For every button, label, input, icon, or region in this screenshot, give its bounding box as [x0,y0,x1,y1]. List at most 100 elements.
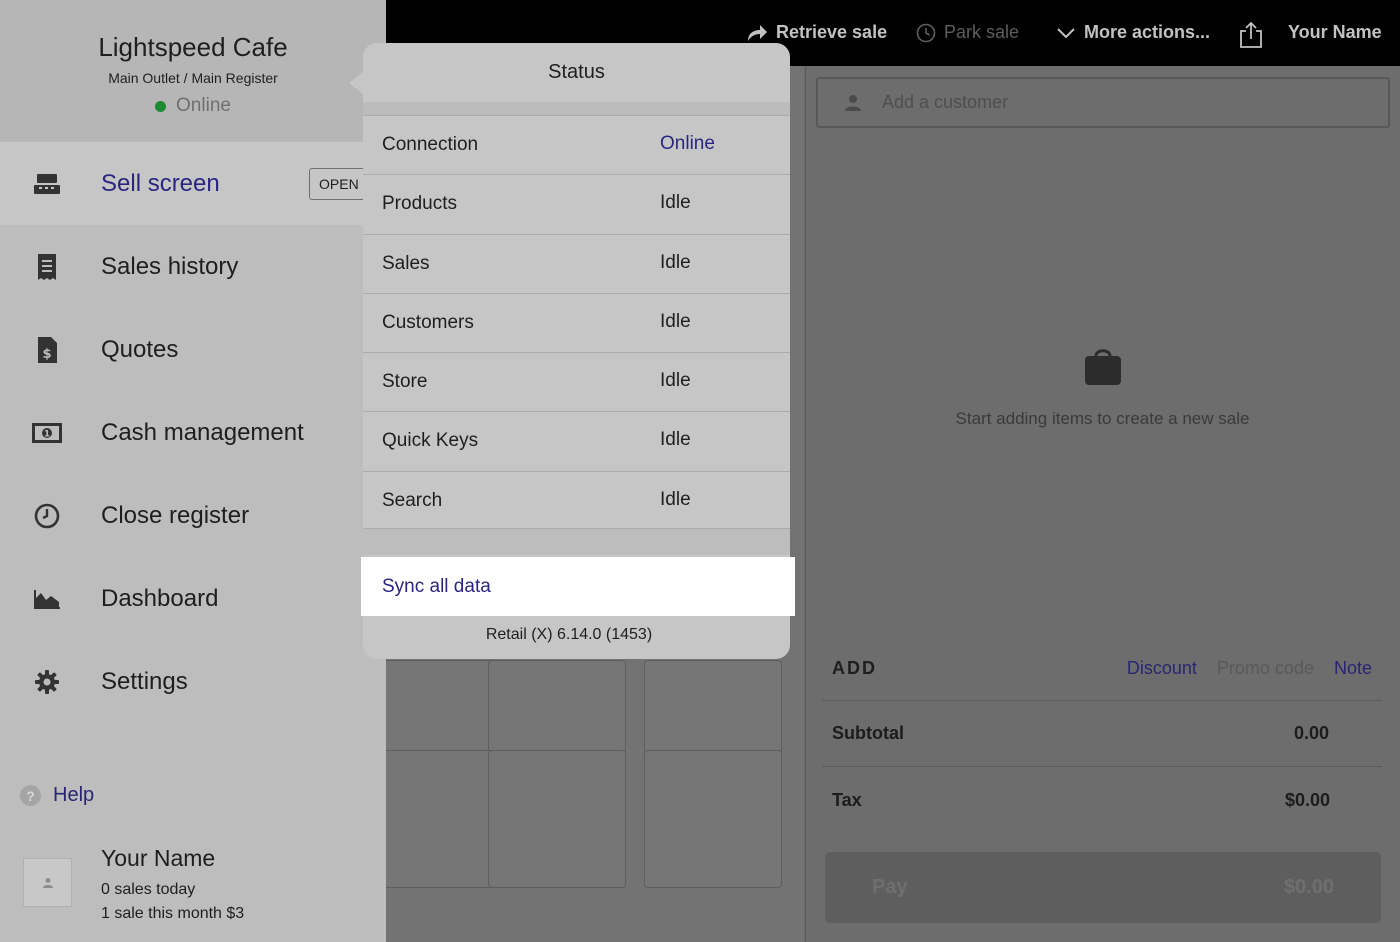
popover-separator [363,528,790,555]
add-row: ADD Discount Promo code Note [832,656,1372,680]
status-row-label: Customers [382,311,474,333]
receipt-icon [31,251,63,283]
status-row-customers: Customers Idle [363,292,790,352]
status-row-value: Idle [660,370,691,392]
svg-text:1: 1 [44,429,50,439]
person-icon [845,94,861,111]
popover-separator [363,102,790,115]
help-link[interactable]: ? Help [20,784,94,807]
person-icon [42,877,53,888]
status-row-label: Products [382,193,457,215]
help-label: Help [53,784,95,806]
sidebar-item-label: Close register [101,501,250,529]
tax-value: $0.00 [1284,790,1330,810]
divider [822,700,1382,701]
status-row-products: Products Idle [363,174,790,233]
subtotal-value: 0.00 [1293,723,1329,743]
status-list: Connection Online Products Idle Sales Id… [363,115,790,530]
sidebar-item-label: Sales history [101,252,239,280]
sidebar-item-label: Settings [101,667,188,695]
question-icon: ? [20,785,41,806]
share-icon [1240,21,1262,48]
status-row-store: Store Idle [363,352,790,411]
svg-text:$: $ [42,347,51,362]
add-label: ADD [832,657,877,678]
pay-button[interactable]: Pay $0.00 [825,852,1381,923]
status-row-search: Search Idle [363,470,790,530]
sales-today: 0 sales today [101,881,196,898]
tax-label: Tax [832,790,862,810]
tax-row: Tax $0.00 [832,790,1330,811]
subtotal-row: Subtotal 0.00 [832,723,1329,744]
status-row-label: Store [382,371,428,393]
sidebar-item-close-register[interactable]: Close register [0,474,386,557]
retrieve-sale-label: Retrieve sale [776,22,888,42]
sidebar-item-settings[interactable]: Settings [0,640,386,723]
quick-key-tile[interactable] [488,750,626,888]
park-sale-label: Park sale [944,22,1020,42]
store-header[interactable]: Lightspeed Cafe Main Outlet / Main Regis… [0,0,386,142]
status-row-label: Connection [382,134,479,155]
clock-icon [916,23,936,42]
status-row-label: Sales [382,252,430,274]
pay-amount: $0.00 [1283,876,1334,898]
sidebar-item-sales-history[interactable]: Sales history [0,225,386,308]
outlet-register: Main Outlet / Main Register [108,70,278,86]
status-row-value: Idle [660,488,691,510]
shopping-bag-icon [1085,349,1121,385]
sidebar: Lightspeed Cafe Main Outlet / Main Regis… [0,0,386,942]
quick-key-tile[interactable] [644,750,782,888]
chevron-down-icon [1057,27,1075,38]
store-name: Lightspeed Cafe [98,32,288,62]
sales-this-month: 1 sale this month $3 [101,905,245,922]
status-row-quick-keys: Quick Keys Idle [363,411,790,470]
retrieve-arrow-icon [748,24,767,41]
quote-document-icon: $ [31,334,63,366]
banknote-icon: 1 [31,417,63,449]
promo-code-link[interactable]: Promo code [1217,658,1314,679]
note-link[interactable]: Note [1334,658,1372,679]
retrieve-sale-button[interactable]: Retrieve sale [746,22,887,43]
add-customer-placeholder: Add a customer [882,92,1009,112]
popover-arrow [349,71,364,95]
more-actions-label: More actions... [1084,22,1211,42]
discount-link[interactable]: Discount [1127,658,1197,679]
more-actions-button[interactable]: More actions... [1056,22,1210,43]
sidebar-item-quotes[interactable]: $ Quotes [0,308,386,391]
status-row-value: Idle [660,251,691,273]
register-open-badge: OPEN [309,168,369,200]
sidebar-item-label: Quotes [101,335,179,363]
topbar-user-name[interactable]: Your Name [1288,22,1382,43]
empty-sale-message: Start adding items to create a new sale [955,409,1250,428]
status-row-label: Quick Keys [382,430,479,452]
add-customer-input[interactable]: Add a customer [816,77,1390,128]
sidebar-item-label: Sell screen [101,169,220,197]
status-row-label: Search [382,489,443,511]
avatar[interactable] [23,858,72,907]
subtotal-label: Subtotal [832,723,904,743]
sidebar-item-dashboard[interactable]: Dashboard [0,557,386,640]
user-name: Your Name [101,845,216,871]
status-row-value: Online [660,133,715,154]
clock-icon [31,500,63,532]
status-row-value: Idle [660,429,691,451]
gear-icon [31,666,63,698]
online-status-dot [155,100,167,112]
connection-status-label: Online [176,95,231,116]
status-row-connection: Connection Online [363,115,790,174]
sidebar-item-label: Dashboard [101,584,219,612]
app-version: Retail (X) 6.14.0 (1453) [485,626,653,643]
status-row-value: Idle [660,310,691,332]
connection-status[interactable]: Online [0,95,386,117]
sidebar-item-cash-management[interactable]: 1 Cash management [0,391,386,474]
status-row-value: Idle [660,192,691,214]
status-row-sales: Sales Idle [363,233,790,293]
pay-label: Pay [872,876,908,898]
park-sale-button[interactable]: Park sale [916,22,1019,43]
popover-title: Status [548,61,605,83]
area-chart-icon [31,583,63,615]
divider [822,766,1382,767]
sync-all-data-button[interactable]: Sync all data [361,557,795,616]
sidebar-item-label: Cash management [101,418,304,446]
share-button[interactable] [1238,21,1264,49]
